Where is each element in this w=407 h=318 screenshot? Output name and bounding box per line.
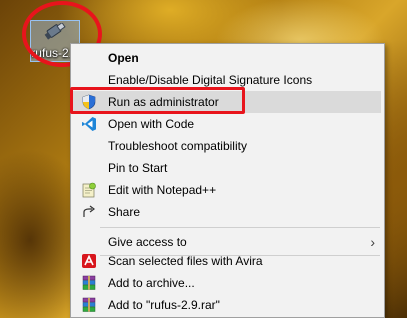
menu-item-open[interactable]: Open <box>72 47 381 69</box>
menu-item-scan-avira[interactable]: Scan selected files with Avira <box>72 250 381 272</box>
notepad-plus-plus-icon <box>82 182 96 198</box>
menu-item-label: Add to archive... <box>108 276 195 290</box>
menu-item-label: Open <box>108 51 139 65</box>
menu-separator <box>100 227 380 228</box>
menu-item-label: Pin to Start <box>108 161 168 175</box>
annotation-highlight-box <box>70 87 245 114</box>
context-menu: Open Enable/Disable Digital Signature Ic… <box>70 43 385 318</box>
menu-item-open-with-code[interactable]: Open with Code <box>72 113 381 135</box>
menu-item-label: Scan selected files with Avira <box>108 254 263 268</box>
menu-item-label: Add to "rufus-2.9.rar" <box>108 298 220 312</box>
winrar-icon <box>82 275 96 290</box>
menu-item-edit-notepadpp[interactable]: Edit with Notepad++ <box>72 179 381 201</box>
menu-item-add-to-rar[interactable]: Add to "rufus-2.9.rar" <box>72 294 381 316</box>
menu-item-label: Share <box>108 205 141 219</box>
menu-item-label: Open with Code <box>108 117 195 131</box>
menu-item-label: Edit with Notepad++ <box>108 183 217 197</box>
avira-icon <box>82 254 96 268</box>
menu-item-share[interactable]: Share <box>72 201 381 223</box>
winrar-icon <box>82 297 96 312</box>
share-icon <box>83 205 95 217</box>
menu-item-add-to-archive[interactable]: Add to archive... <box>72 272 381 294</box>
menu-item-pin-to-start[interactable]: Pin to Start <box>72 157 381 179</box>
vscode-icon <box>82 117 96 131</box>
menu-item-troubleshoot[interactable]: Troubleshoot compatibility <box>72 135 381 157</box>
menu-item-label: Troubleshoot compatibility <box>108 139 247 153</box>
